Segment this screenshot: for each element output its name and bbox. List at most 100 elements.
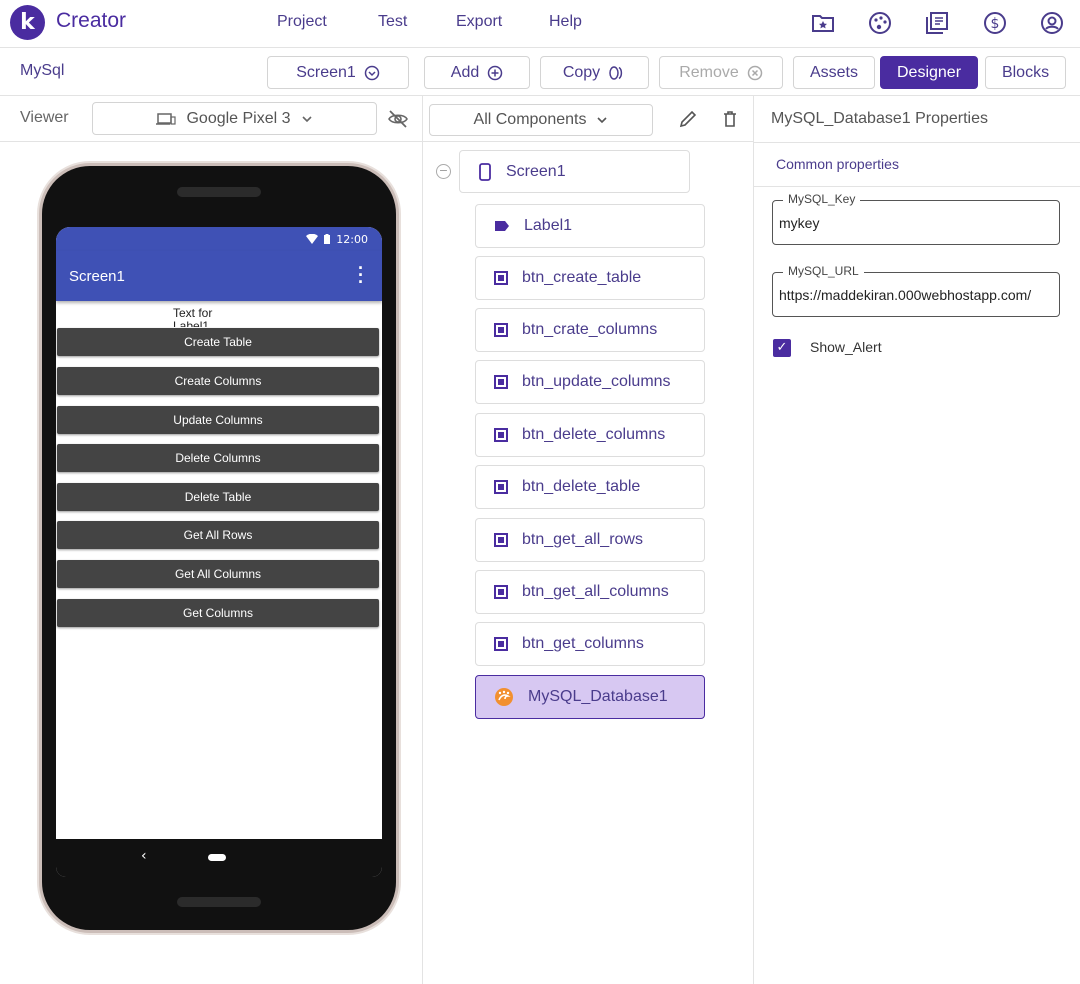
mysql-url-field[interactable]: MySQL_URL https://maddekiran.000webhosta… [772, 264, 1060, 317]
wifi-icon [306, 234, 319, 244]
assets-button[interactable]: Assets [793, 56, 875, 89]
tree-item-btn-get-columns[interactable]: btn_get_columns [475, 622, 705, 666]
phone-icon [479, 162, 491, 181]
tree-item-btn-crate-columns[interactable]: btn_crate_columns [475, 308, 705, 352]
tree-item-label: Screen1 [506, 162, 566, 180]
chevron-down-icon [597, 117, 608, 124]
plus-circle-icon [487, 65, 503, 80]
brand-name[interactable]: Creator [56, 9, 126, 33]
designer-button[interactable]: Designer [880, 56, 978, 89]
preview-button-get-all-columns[interactable]: Get All Columns [57, 560, 379, 588]
mysql-key-value[interactable]: mykey [779, 215, 1059, 231]
tree-item-label1[interactable]: Label1 [475, 204, 705, 248]
tree-item-label: btn_get_all_rows [522, 531, 643, 548]
button-component-icon [494, 271, 508, 285]
screen-dropdown[interactable]: Screen1 [267, 56, 409, 89]
tree-item-label: btn_update_columns [522, 373, 671, 390]
copy-label: Copy [562, 63, 601, 81]
tree-item-btn-delete-table[interactable]: btn_delete_table [475, 465, 705, 509]
library-icon[interactable] [924, 10, 950, 36]
device-select-label: Google Pixel 3 [186, 109, 291, 127]
project-name: MySql [20, 62, 65, 79]
preview-button-delete-columns[interactable]: Delete Columns [57, 444, 379, 472]
label1-preview[interactable]: Text for Label1 [173, 307, 233, 327]
components-filter[interactable]: All Components [429, 104, 653, 136]
viewer-label: Viewer [20, 109, 69, 126]
phone-preview: 12:00 Screen1 · · · Text for Label1 Create… [42, 166, 396, 930]
show-alert-checkbox[interactable]: ✓ [773, 339, 791, 357]
eye-off-icon[interactable] [387, 108, 409, 130]
components-filter-label: All Components [473, 111, 587, 128]
tree-item-mysql-database1[interactable]: MySQL_Database1 [475, 675, 705, 719]
menu-export[interactable]: Export [456, 13, 502, 31]
tree-item-label: btn_create_table [522, 269, 642, 286]
account-icon[interactable] [1039, 10, 1065, 36]
preview-button-create-columns[interactable]: Create Columns [57, 367, 379, 395]
phone-appbar: Screen1 · · · [56, 251, 382, 301]
phone-navbar: ‹ [56, 839, 382, 877]
brand-logo[interactable]: k [10, 5, 45, 40]
blocks-button[interactable]: Blocks [985, 56, 1066, 89]
preview-button-create-table[interactable]: Create Table [57, 328, 379, 356]
components-header: All Components [423, 96, 753, 142]
trash-icon[interactable] [719, 108, 741, 130]
mysql-key-field[interactable]: MySQL_Key mykey [772, 192, 1060, 245]
menu-help[interactable]: Help [549, 13, 582, 31]
devices-icon [156, 112, 177, 125]
remove-label: Remove [679, 63, 739, 81]
mysql-extension-icon [495, 688, 513, 706]
kebab-menu-icon[interactable]: · · · [358, 259, 364, 291]
tree-item-btn-delete-columns[interactable]: btn_delete_columns [475, 413, 705, 457]
close-circle-icon [747, 65, 763, 80]
home-pill-icon[interactable] [208, 854, 226, 861]
phone-statusbar: 12:00 [56, 227, 382, 251]
back-icon[interactable]: ‹ [141, 848, 147, 864]
tree-item-label: MySQL_Database1 [528, 688, 668, 705]
preview-button-get-columns[interactable]: Get Columns [57, 599, 379, 627]
chevron-circle-icon [364, 65, 380, 80]
button-component-icon [494, 585, 508, 599]
phone-volume-button [397, 332, 400, 384]
button-component-icon [494, 428, 508, 442]
svg-text:$: $ [991, 16, 1000, 32]
edit-pencil-icon[interactable] [677, 108, 699, 130]
tree-item-btn-get-all-rows[interactable]: btn_get_all_rows [475, 518, 705, 562]
top-navbar: k Creator Project Test Export Help $ [0, 0, 1080, 48]
tree-item-label: btn_get_columns [522, 635, 644, 652]
dollar-icon[interactable]: $ [982, 10, 1008, 36]
phone-screen: 12:00 Screen1 · · · Text for Label1 Create… [56, 227, 382, 877]
add-screen-button[interactable]: Add [424, 56, 530, 89]
button-component-icon [494, 480, 508, 494]
mysql-url-value[interactable]: https://maddekiran.000webhostapp.com/ [779, 287, 1059, 303]
phone-screen-title: Screen1 [69, 267, 125, 285]
project-toolbar: MySql Screen1 Add Copy Remove Assets Des… [0, 48, 1080, 96]
viewer-divider [422, 96, 423, 984]
preview-button-get-all-rows[interactable]: Get All Rows [57, 521, 379, 549]
properties-title: MySQL_Database1 Properties [771, 110, 988, 127]
preview-button-update-columns[interactable]: Update Columns [57, 406, 379, 434]
tree-item-label: btn_delete_table [522, 478, 641, 495]
properties-divider-line [754, 142, 1080, 143]
copy-screen-button[interactable]: Copy [540, 56, 649, 89]
device-select[interactable]: Google Pixel 3 [92, 102, 377, 135]
remove-screen-button[interactable]: Remove [659, 56, 783, 89]
tree-item-label: Label1 [524, 217, 573, 234]
button-component-icon [494, 637, 508, 651]
common-properties-tab[interactable]: Common properties [776, 156, 899, 172]
tree-item-btn-update-columns[interactable]: btn_update_columns [475, 360, 705, 404]
chevron-down-icon [301, 115, 312, 122]
collapse-tree-icon[interactable]: − [436, 164, 451, 179]
menu-test[interactable]: Test [378, 13, 407, 31]
palette-icon[interactable] [867, 10, 893, 36]
preview-button-delete-table[interactable]: Delete Table [57, 483, 379, 511]
screen-dropdown-label: Screen1 [296, 63, 356, 81]
add-label: Add [450, 63, 480, 81]
folder-star-icon[interactable] [810, 10, 836, 36]
tree-item-btn-create-table[interactable]: btn_create_table [475, 256, 705, 300]
menu-project[interactable]: Project [277, 13, 327, 31]
mysql-url-label: MySQL_URL [783, 264, 864, 278]
tree-item-screen1[interactable]: Screen1 [459, 150, 690, 193]
tree-item-btn-get-all-columns[interactable]: btn_get_all_columns [475, 570, 705, 614]
copy-icon [609, 65, 623, 80]
tree-item-label: btn_get_all_columns [522, 583, 669, 600]
